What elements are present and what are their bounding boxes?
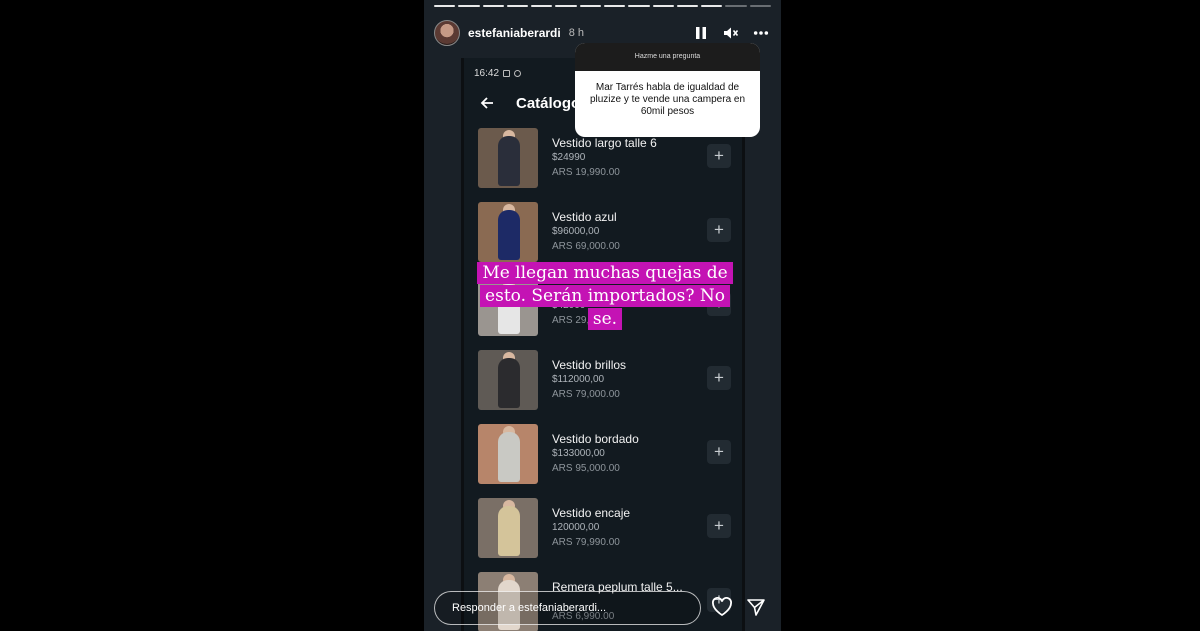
- sticker-question: Mar Tarrés habla de igualdad de pluzize …: [589, 82, 746, 117]
- catalog-item[interactable]: Vestido largo talle 6 $24990 ARS 19,990.…: [464, 126, 742, 200]
- story-time: 8 h: [568, 27, 585, 39]
- avatar[interactable]: [434, 20, 460, 46]
- product-price-ars: ARS 79,990.00: [552, 537, 620, 548]
- catalog-screenshot: 16:42 Catálogo Vestido largo talle 6 $24…: [461, 58, 745, 631]
- question-sticker[interactable]: Hazme una pregunta Mar Tarrés habla de i…: [575, 43, 760, 137]
- phone-status-bar: 16:42: [474, 68, 522, 79]
- add-icon[interactable]: +: [707, 144, 731, 168]
- product-thumbnail[interactable]: [478, 350, 538, 410]
- product-name: Vestido brillos: [552, 358, 627, 372]
- product-thumbnail[interactable]: [478, 128, 538, 188]
- progress-segment: [749, 5, 771, 7]
- progress-segment: [725, 5, 747, 7]
- progress-segment: [434, 5, 456, 7]
- progress-segment: [603, 5, 626, 7]
- page: estefaniaberardi 8 h 16:42 Catálogo Vest…: [0, 0, 1200, 631]
- progress-segment: [652, 5, 674, 7]
- reply-input[interactable]: Responder a estefaniaberardi...: [434, 591, 701, 625]
- product-price: $133000,00: [552, 448, 605, 459]
- story-username[interactable]: estefaniaberardi: [468, 26, 561, 40]
- catalog-item[interactable]: Vestido bordado $133000,00 ARS 95,000.00…: [464, 422, 742, 496]
- phone-status-time: 16:42: [474, 68, 500, 79]
- add-icon[interactable]: +: [707, 440, 731, 464]
- product-name: Vestido largo talle 6: [552, 136, 657, 150]
- product-price: $24990: [552, 152, 586, 163]
- progress-segment: [676, 5, 699, 7]
- progress-segment: [579, 5, 601, 7]
- more-icon[interactable]: [753, 25, 769, 41]
- catalog-item[interactable]: Vestido encaje 120000,00 ARS 79,990.00 +: [464, 496, 742, 570]
- add-icon[interactable]: +: [707, 514, 731, 538]
- pause-icon[interactable]: [693, 25, 709, 41]
- overlay-line-2: esto. Serán importados? No se.: [480, 285, 730, 330]
- product-thumbnail[interactable]: [478, 202, 538, 262]
- add-icon[interactable]: +: [707, 366, 731, 390]
- image-status-icon: [503, 70, 511, 77]
- catalog-list: Vestido largo talle 6 $24990 ARS 19,990.…: [464, 126, 742, 631]
- product-thumbnail[interactable]: [478, 424, 538, 484]
- progress-segment: [458, 5, 480, 7]
- catalog-title: Catálogo: [516, 94, 581, 112]
- heart-icon[interactable]: [711, 597, 733, 617]
- product-price-ars: ARS 19,990.00: [552, 167, 620, 178]
- product-price: $112000,00: [552, 374, 605, 385]
- product-price: $96000,00: [552, 226, 600, 237]
- catalog-item[interactable]: Vestido brillos $112000,00 ARS 79,000.00…: [464, 348, 742, 422]
- product-price: 120000,00: [552, 522, 600, 533]
- progress-segment: [555, 5, 577, 7]
- progress-segment: [531, 5, 553, 7]
- send-icon[interactable]: [746, 597, 768, 617]
- progress-segment: [628, 5, 650, 7]
- overlay-line-1: Me llegan muchas quejas de: [477, 262, 733, 284]
- sticker-header: Hazme una pregunta: [575, 43, 760, 71]
- back-arrow-icon[interactable]: [480, 96, 494, 110]
- progress-segment: [482, 5, 504, 7]
- story-viewer: estefaniaberardi 8 h 16:42 Catálogo Vest…: [424, 0, 781, 631]
- product-name: Vestido bordado: [552, 432, 639, 446]
- add-icon[interactable]: +: [707, 218, 731, 242]
- progress-segment: [506, 5, 529, 7]
- mute-icon[interactable]: [723, 25, 739, 41]
- story-controls: [693, 25, 769, 41]
- product-name: Vestido encaje: [552, 506, 631, 520]
- product-thumbnail[interactable]: [478, 498, 538, 558]
- product-name: Vestido azul: [552, 210, 617, 224]
- story-progress-bar: [434, 5, 771, 8]
- product-price-ars: ARS 95,000.00: [552, 463, 620, 474]
- text-overlay: Me llegan muchas quejas de esto. Serán i…: [470, 262, 740, 331]
- product-price-ars: ARS 69,000.00: [552, 241, 620, 252]
- product-price-ars: ARS 79,000.00: [552, 389, 620, 400]
- whatsapp-status-icon: [514, 70, 522, 77]
- progress-segment: [701, 5, 723, 7]
